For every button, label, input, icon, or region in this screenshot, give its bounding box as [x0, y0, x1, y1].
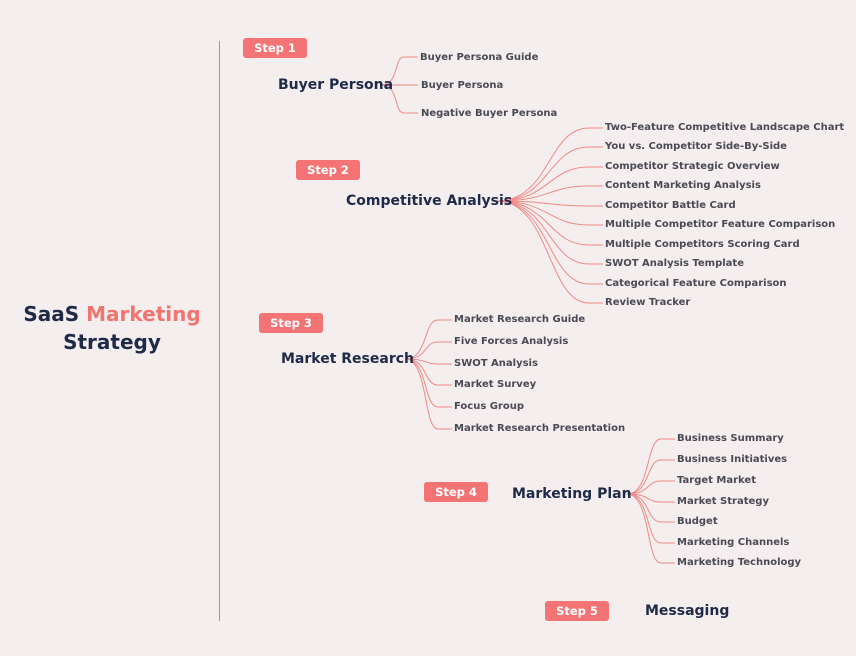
step-2-item: SWOT Analysis Template [605, 258, 744, 269]
step-4-connector [626, 493, 675, 564]
step-2-label: Competitive Analysis [346, 193, 513, 209]
step-1-label: Buyer Persona [278, 77, 394, 93]
step-2-connector [496, 200, 603, 304]
step-4-label: Marketing Plan [512, 486, 632, 502]
step-4-item: Business Summary [677, 433, 784, 444]
step-2-connector [496, 127, 603, 202]
step-3-badge: Step 3 [259, 313, 323, 333]
step-4-item: Business Initiatives [677, 454, 788, 465]
step-1-item: Negative Buyer Persona [421, 108, 558, 119]
title-part-3: Strategy [63, 330, 161, 354]
timeline-divider [219, 41, 220, 621]
step-1-badge: Step 1 [243, 38, 307, 58]
step-2-connector [496, 166, 603, 202]
step-2-item: Content Marketing Analysis [605, 180, 761, 191]
step-3-label: Market Research [281, 351, 414, 367]
step-5-label: Messaging [645, 603, 730, 619]
step-4-item: Target Market [677, 475, 756, 486]
step-4-connector [626, 459, 675, 495]
step-4-connector [626, 438, 675, 495]
step-2-connector [496, 200, 603, 285]
step-1-item: Buyer Persona [421, 80, 504, 91]
step-2-item: Multiple Competitor Feature Comparison [605, 219, 836, 230]
step-3-item: Market Research Guide [454, 314, 586, 325]
step-2-item: Review Tracker [605, 297, 691, 308]
mind-map-canvas: SaaS Marketing Strategy Step 1 Buyer Per… [0, 0, 856, 656]
step-3-connector [404, 358, 452, 430]
step-5-badge: Step 5 [545, 601, 609, 621]
step-2-badge: Step 2 [296, 160, 360, 180]
step-3-item: Five Forces Analysis [454, 336, 569, 347]
step-2-item: You vs. Competitor Side-By-Side [605, 141, 787, 152]
step-4-badge: Step 4 [424, 482, 488, 502]
step-3-item: Focus Group [454, 401, 525, 412]
step-2-item: Categorical Feature Comparison [605, 278, 787, 289]
step-4-item: Market Strategy [677, 496, 769, 507]
step-3-item: SWOT Analysis [454, 358, 538, 369]
step-4-item: Marketing Channels [677, 537, 790, 548]
step-2-connector [496, 200, 603, 265]
diagram-title: SaaS Marketing Strategy [14, 300, 210, 356]
step-2-connector [496, 200, 603, 246]
step-3-item: Market Survey [454, 379, 537, 390]
step-4-item: Budget [677, 516, 718, 527]
step-4-item: Marketing Technology [677, 557, 802, 568]
step-2-item: Competitor Strategic Overview [605, 161, 780, 172]
step-3-item: Market Research Presentation [454, 423, 626, 434]
step-2-item: Competitor Battle Card [605, 200, 736, 211]
step-2-item: Two-Feature Competitive Landscape Chart [605, 122, 845, 133]
title-part-2: Marketing [86, 302, 201, 326]
title-part-1: SaaS [23, 302, 80, 326]
step-4-connector [626, 493, 675, 544]
step-2-item: Multiple Competitors Scoring Card [605, 239, 800, 250]
step-4-connector [626, 493, 675, 523]
step-1-item: Buyer Persona Guide [420, 52, 539, 63]
